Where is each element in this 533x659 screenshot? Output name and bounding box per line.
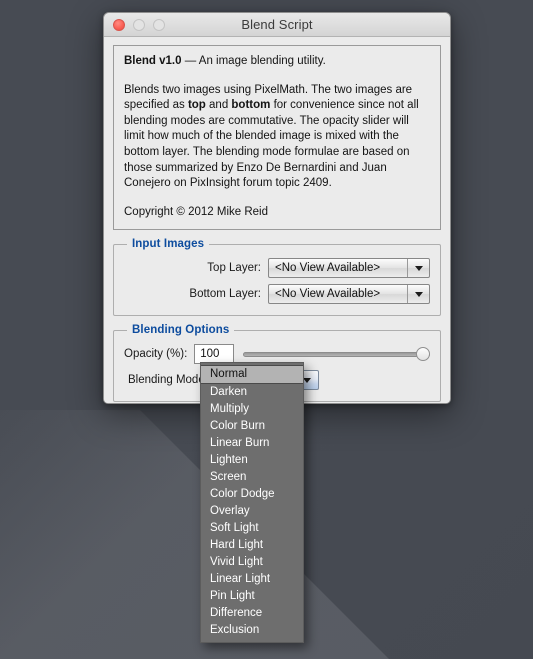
- blend-script-window: Blend Script Blend v1.0 — An image blend…: [103, 12, 451, 404]
- bottom-layer-chevron-down-icon[interactable]: [407, 285, 429, 304]
- dropdown-item-linear-burn[interactable]: Linear Burn: [201, 435, 303, 452]
- bottom-layer-row: Bottom Layer: <No View Available>: [124, 284, 430, 305]
- copyright-text: Copyright © 2012 Mike Reid: [124, 205, 268, 218]
- dropdown-item-exclusion[interactable]: Exclusion: [201, 622, 303, 639]
- dropdown-item-hard-light[interactable]: Hard Light: [201, 537, 303, 554]
- window-body: Blend v1.0 — An image blending utility. …: [104, 37, 450, 403]
- blending-mode-label: Blending Mode:: [128, 374, 208, 387]
- bottom-layer-select[interactable]: <No View Available>: [268, 284, 430, 305]
- dropdown-item-pin-light[interactable]: Pin Light: [201, 588, 303, 605]
- top-layer-label: Top Layer:: [207, 262, 261, 275]
- top-layer-chevron-down-icon[interactable]: [407, 259, 429, 278]
- dropdown-item-multiply[interactable]: Multiply: [201, 401, 303, 418]
- input-images-legend: Input Images: [127, 238, 210, 251]
- traffic-lights: [113, 18, 165, 31]
- bottom-layer-value: <No View Available>: [275, 288, 381, 301]
- blending-options-legend: Blending Options: [127, 324, 235, 337]
- zoom-icon: [153, 18, 165, 31]
- opacity-slider-track[interactable]: [243, 351, 430, 357]
- dropdown-item-color-burn[interactable]: Color Burn: [201, 418, 303, 435]
- dropdown-item-lighten[interactable]: Lighten: [201, 452, 303, 469]
- description-body-bold-top: top: [187, 99, 206, 112]
- opacity-slider-knob[interactable]: [416, 347, 431, 362]
- dropdown-item-vivid-light[interactable]: Vivid Light: [201, 554, 303, 571]
- app-name-bold: Blend v1.0: [124, 55, 182, 67]
- dropdown-item-screen[interactable]: Screen: [201, 469, 303, 486]
- blending-mode-dropdown-menu[interactable]: Normal Darken Multiply Color Burn Linear Bur…: [200, 362, 304, 643]
- bottom-layer-label: Bottom Layer:: [189, 288, 261, 301]
- description-body-part3: for convenience since not all blending m…: [124, 99, 419, 190]
- window-titlebar[interactable]: Blend Script: [104, 13, 450, 37]
- dropdown-item-difference[interactable]: Difference: [201, 605, 303, 622]
- description-body-bold-bottom: bottom: [231, 99, 271, 112]
- close-icon[interactable]: [113, 18, 125, 31]
- dropdown-item-normal[interactable]: Normal: [201, 365, 303, 384]
- dropdown-item-overlay[interactable]: Overlay: [201, 503, 303, 520]
- dropdown-item-color-dodge[interactable]: Color Dodge: [201, 486, 303, 503]
- minimize-icon: [133, 18, 145, 31]
- opacity-label: Opacity (%):: [124, 348, 188, 361]
- dropdown-item-soft-light[interactable]: Soft Light: [201, 520, 303, 537]
- app-tagline: — An image blending utility.: [181, 55, 326, 67]
- description-body: Blends two images using PixelMath. The t…: [124, 83, 430, 192]
- top-layer-select[interactable]: <No View Available>: [268, 258, 430, 279]
- input-images-group: Input Images Top Layer: <No View Availab…: [113, 238, 441, 317]
- description-heading: Blend v1.0 — An image blending utility.: [124, 54, 430, 70]
- dropdown-item-linear-light[interactable]: Linear Light: [201, 571, 303, 588]
- dropdown-item-darken[interactable]: Darken: [201, 384, 303, 401]
- description-panel: Blend v1.0 — An image blending utility. …: [113, 45, 441, 231]
- top-layer-value: <No View Available>: [275, 262, 381, 275]
- description-body-part2: and: [205, 99, 232, 112]
- top-layer-row: Top Layer: <No View Available>: [124, 258, 430, 279]
